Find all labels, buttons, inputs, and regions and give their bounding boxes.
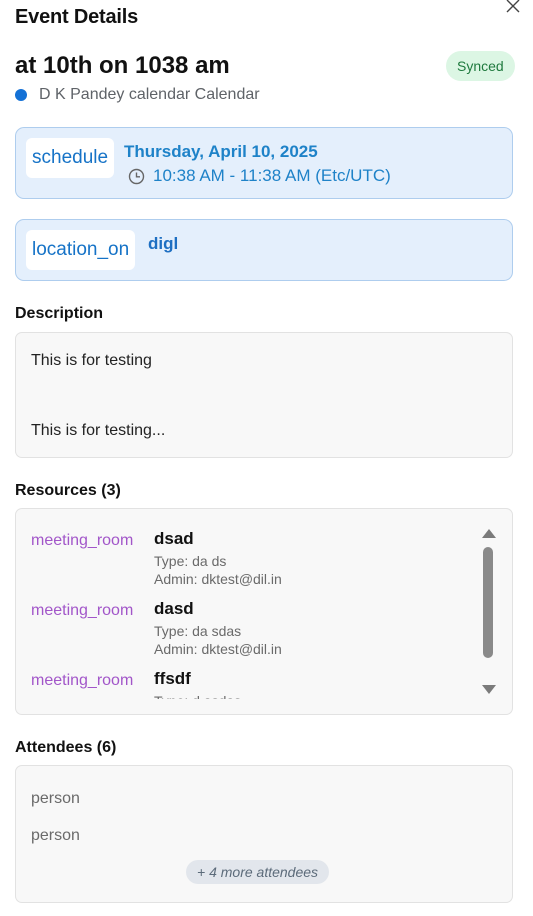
attendees-list: person person + 4 more attendees	[15, 765, 513, 903]
close-icon[interactable]	[503, 0, 523, 16]
scrollbar-thumb[interactable]	[483, 547, 493, 658]
attendees-heading: Attendees (6)	[15, 739, 117, 756]
event-time-row: 10:38 AM - 11:38 AM (Etc/UTC)	[128, 166, 391, 186]
description-box: This is for testing This is for testing.…	[15, 332, 513, 458]
resource-admin: Admin: dktest@dil.in	[154, 571, 282, 587]
resource-type: Type: d asdas	[154, 693, 241, 699]
status-badge: Synced	[446, 51, 515, 81]
description-line: This is for testing...	[31, 422, 166, 439]
panel-title: Event Details	[15, 6, 139, 28]
resource-name: dsad	[154, 529, 194, 548]
resource-type: Type: da sdas	[154, 623, 242, 639]
calendar-name: D K Pandey calendar Calendar	[39, 86, 260, 103]
location-value: digl	[148, 234, 179, 253]
meeting-room-icon: meeting_room	[31, 532, 134, 549]
resource-name: dasd	[154, 599, 194, 618]
resource-type: Type: da ds	[154, 553, 227, 569]
event-title: at 10th on 1038 am	[15, 52, 230, 79]
resource-item[interactable]: meeting_room dasd Type: da sdas Admin: d…	[31, 599, 282, 658]
more-attendees-button[interactable]: + 4 more attendees	[186, 860, 330, 884]
resource-admin: Admin: dktest@dil.in	[154, 641, 282, 657]
description-line: This is for testing	[31, 352, 152, 369]
resources-heading: Resources (3)	[15, 482, 121, 499]
event-time: 10:38 AM - 11:38 AM (Etc/UTC)	[153, 166, 391, 185]
description-heading: Description	[15, 305, 104, 322]
scroll-up-arrow-icon[interactable]	[482, 529, 496, 538]
event-date: Thursday, April 10, 2025	[124, 142, 318, 161]
calendar-row: D K Pandey calendar Calendar	[15, 86, 260, 104]
calendar-color-dot	[15, 89, 27, 101]
location-card: location_on digl	[15, 219, 513, 281]
person-icon: person	[31, 827, 80, 844]
resource-item[interactable]: meeting_room ffsdf Type: d asdas	[31, 669, 241, 699]
scroll-down-arrow-icon[interactable]	[482, 685, 496, 694]
person-icon: person	[31, 790, 80, 807]
resource-name: ffsdf	[154, 669, 191, 688]
meeting-room-icon: meeting_room	[31, 672, 134, 689]
schedule-card: schedule Thursday, April 10, 2025 10:38 …	[15, 127, 513, 199]
meeting-room-icon: meeting_room	[31, 602, 134, 619]
location-icon: location_on	[26, 230, 136, 270]
resource-item[interactable]: meeting_room dsad Type: da ds Admin: dkt…	[31, 529, 282, 588]
resources-scroll-area[interactable]: meeting_room dsad Type: da ds Admin: dkt…	[16, 519, 486, 699]
clock-icon	[128, 168, 145, 184]
schedule-icon: schedule	[26, 138, 115, 178]
resources-list[interactable]: meeting_room dsad Type: da ds Admin: dkt…	[15, 508, 513, 715]
